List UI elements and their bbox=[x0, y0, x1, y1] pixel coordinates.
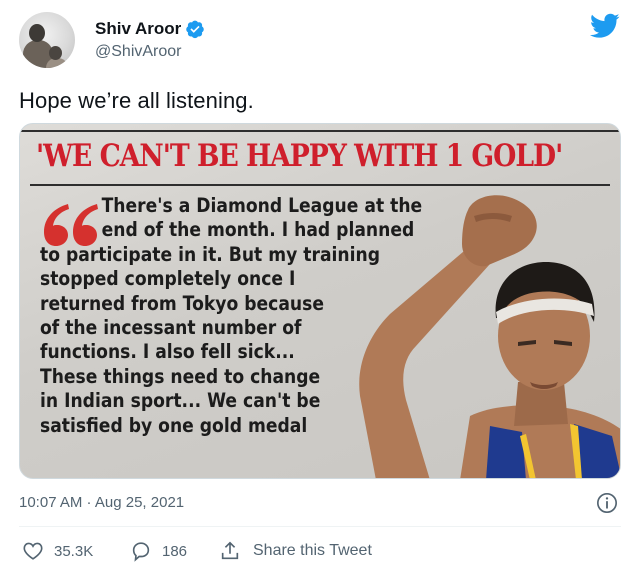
athlete-photo bbox=[359, 195, 620, 478]
tweet-timestamp[interactable]: 10:07 AM · Aug 25, 2021 bbox=[19, 494, 184, 511]
tweet-image[interactable]: 'WE CAN'T BE HAPPY WITH 1 GOLD' There's … bbox=[19, 123, 621, 479]
reply-count: 186 bbox=[162, 542, 188, 560]
user-handle[interactable]: @ShivAroor bbox=[95, 43, 182, 61]
tweet-text: Hope we’re all listening. bbox=[19, 88, 254, 113]
twitter-bird-icon[interactable] bbox=[590, 13, 620, 39]
verified-badge-icon bbox=[186, 20, 205, 39]
display-name[interactable]: Shiv Aroor bbox=[95, 19, 181, 39]
clipping-headline: 'WE CAN'T BE HAPPY WITH 1 GOLD' bbox=[36, 138, 563, 174]
author-name-row[interactable]: Shiv Aroor bbox=[95, 18, 205, 40]
tweet-card: Shiv Aroor @ShivAroor Hope we’re all lis… bbox=[0, 0, 640, 571]
share-button[interactable]: Share this Tweet bbox=[219, 538, 372, 564]
like-count: 35.3K bbox=[54, 542, 94, 560]
reply-bubble-icon bbox=[132, 542, 150, 562]
divider bbox=[19, 526, 621, 527]
heart-icon bbox=[23, 542, 43, 560]
top-rule bbox=[20, 130, 620, 132]
like-button[interactable]: 35.3K bbox=[22, 538, 93, 564]
share-label: Share this Tweet bbox=[253, 542, 372, 559]
info-icon[interactable] bbox=[596, 492, 618, 514]
reply-button[interactable]: 186 bbox=[130, 538, 187, 564]
avatar[interactable] bbox=[19, 12, 75, 68]
share-icon bbox=[221, 541, 239, 560]
